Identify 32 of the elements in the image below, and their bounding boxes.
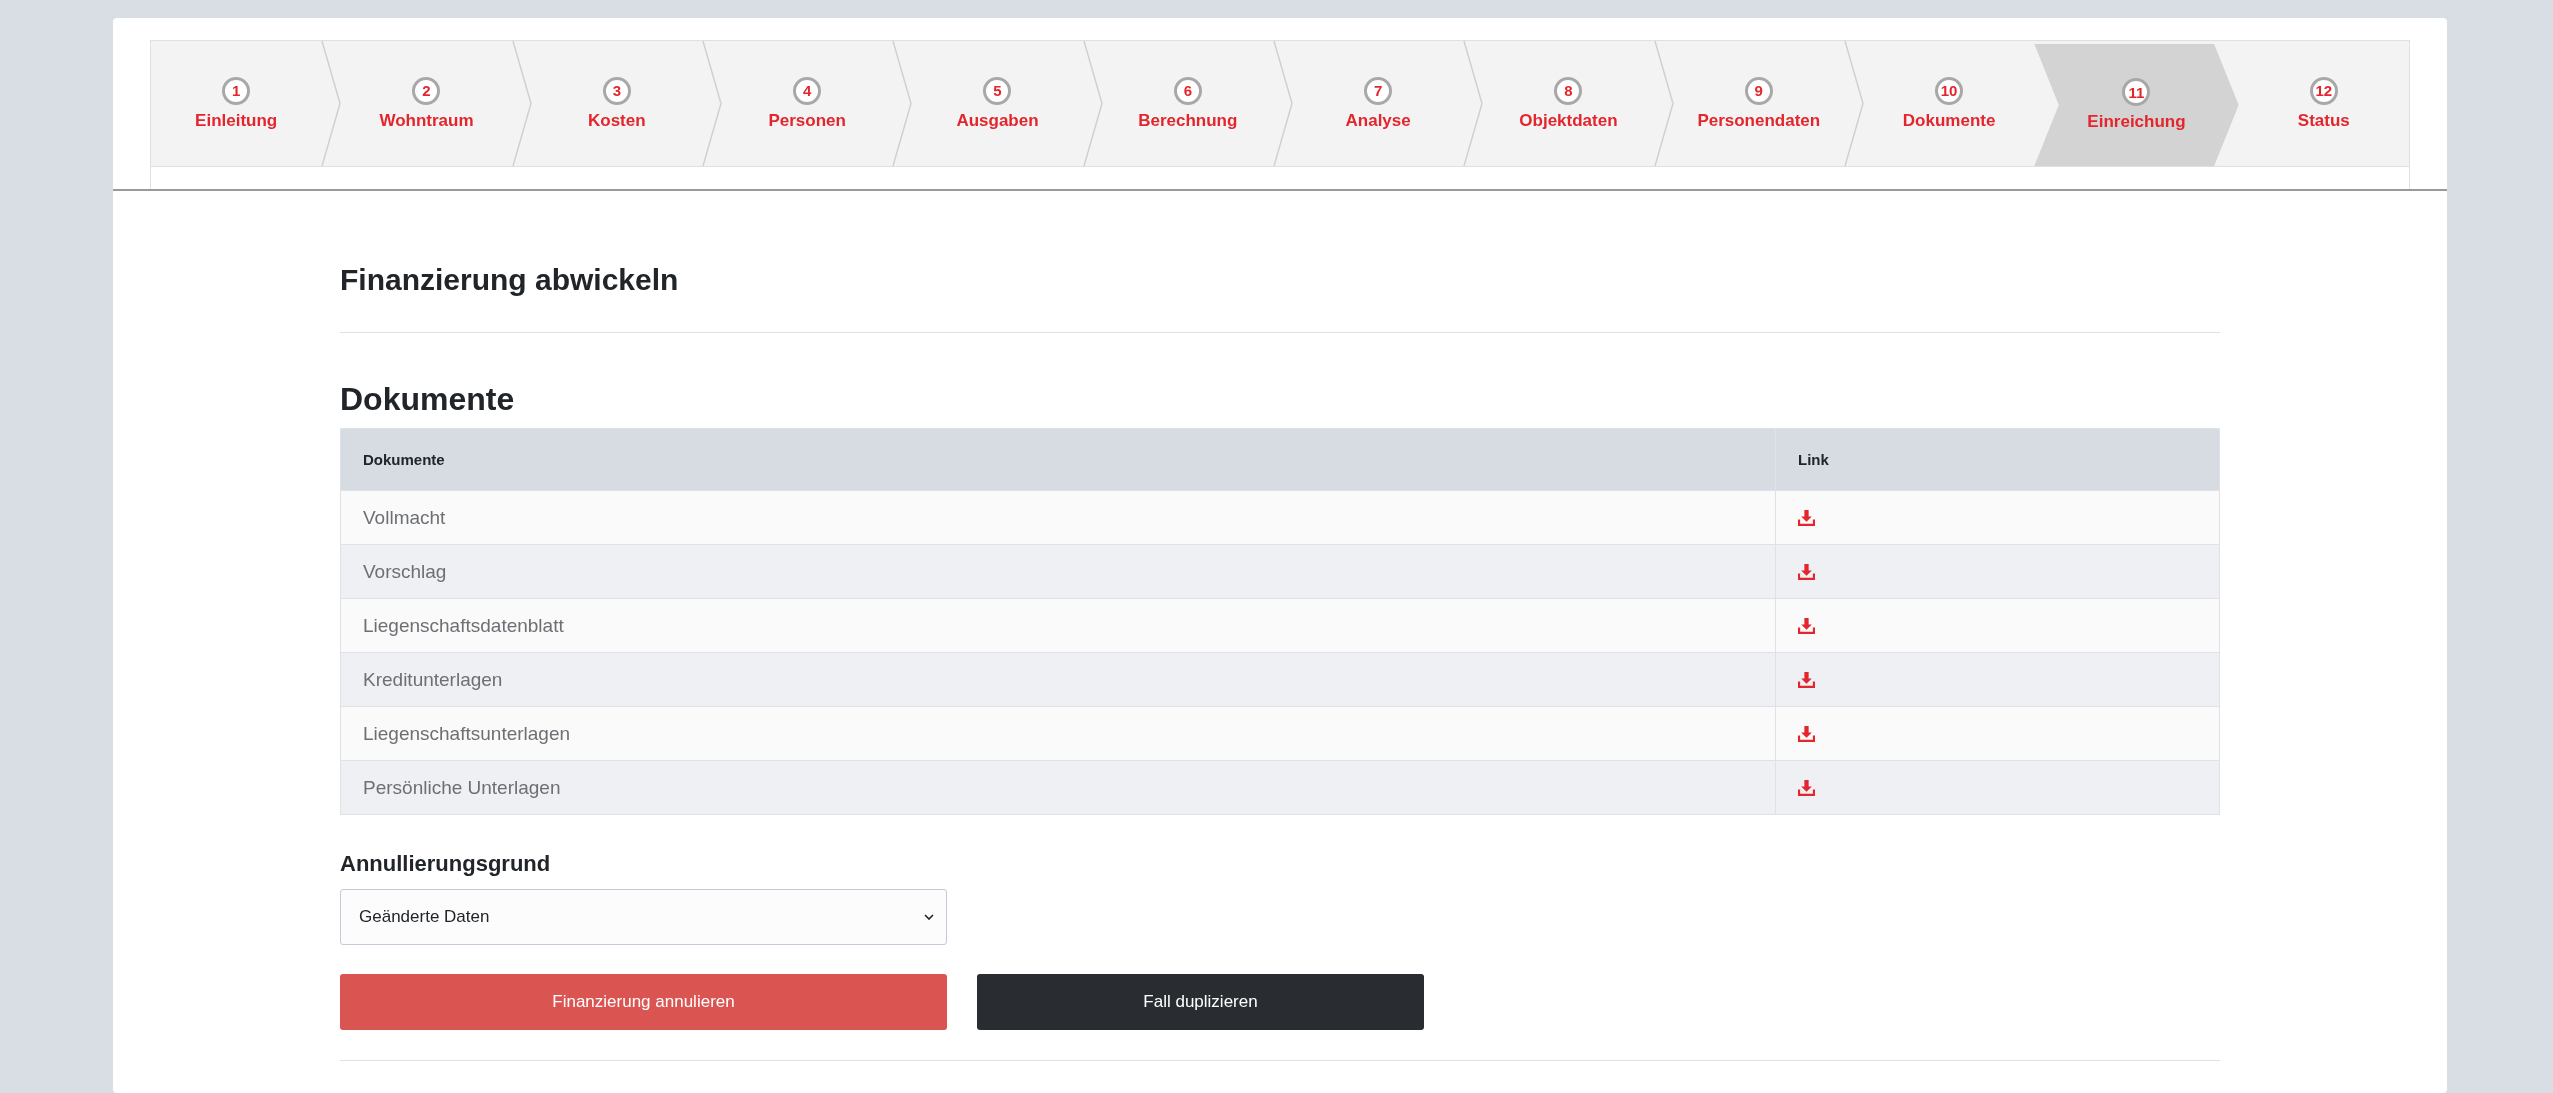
- table-cell-text: Persönliche Unterlagen: [362, 775, 562, 800]
- wizard-step[interactable]: 11 Einreichung: [2034, 44, 2239, 166]
- cancel-button[interactable]: Finanzierung annulieren: [340, 974, 947, 1030]
- table-cell-text: Vollmacht: [362, 505, 447, 530]
- field-label: Annullierungsgrund: [340, 851, 552, 877]
- download-icon[interactable]: [1798, 509, 1815, 526]
- table-cell-text: Liegenschaftsdatenblatt: [362, 613, 565, 638]
- page-title: Finanzierung abwickeln: [340, 263, 680, 297]
- table-cell-text: Vorschlag: [362, 559, 448, 584]
- download-icon[interactable]: [1798, 563, 1815, 580]
- wizard-step[interactable]: 5 Ausgaben: [912, 41, 1083, 166]
- duplicate-button[interactable]: Fall duplizieren: [977, 974, 1424, 1030]
- column-header: Dokumente: [362, 450, 446, 470]
- download-icon[interactable]: [1798, 779, 1815, 796]
- table-cell-text: Kreditunterlagen: [362, 667, 504, 692]
- section-heading: Dokumente: [340, 381, 516, 418]
- wizard-step[interactable]: 6 Berechnung: [1102, 41, 1273, 166]
- caret-icon: [924, 914, 934, 920]
- download-icon[interactable]: [1798, 617, 1815, 634]
- wizard-step[interactable]: 3 Kosten: [531, 41, 702, 166]
- reason-select[interactable]: Geänderte Daten: [340, 889, 947, 945]
- wizard-step[interactable]: 2 Wohntraum: [341, 41, 512, 166]
- table-cell-text: Liegenschaftsunterlagen: [362, 721, 572, 746]
- download-icon[interactable]: [1798, 671, 1815, 688]
- wizard-step[interactable]: 4 Personen: [722, 41, 893, 166]
- wizard-step[interactable]: 9 Personendaten: [1673, 41, 1844, 166]
- wizard-step[interactable]: 8 Objektdaten: [1483, 41, 1654, 166]
- wizard-step[interactable]: 10 Dokumente: [1863, 41, 2035, 166]
- wizard-step[interactable]: 12 Status: [2238, 41, 2409, 166]
- download-icon[interactable]: [1798, 725, 1815, 742]
- wizard-step[interactable]: 1 Einleitung: [151, 41, 322, 166]
- wizard-step[interactable]: 7 Analyse: [1292, 41, 1464, 166]
